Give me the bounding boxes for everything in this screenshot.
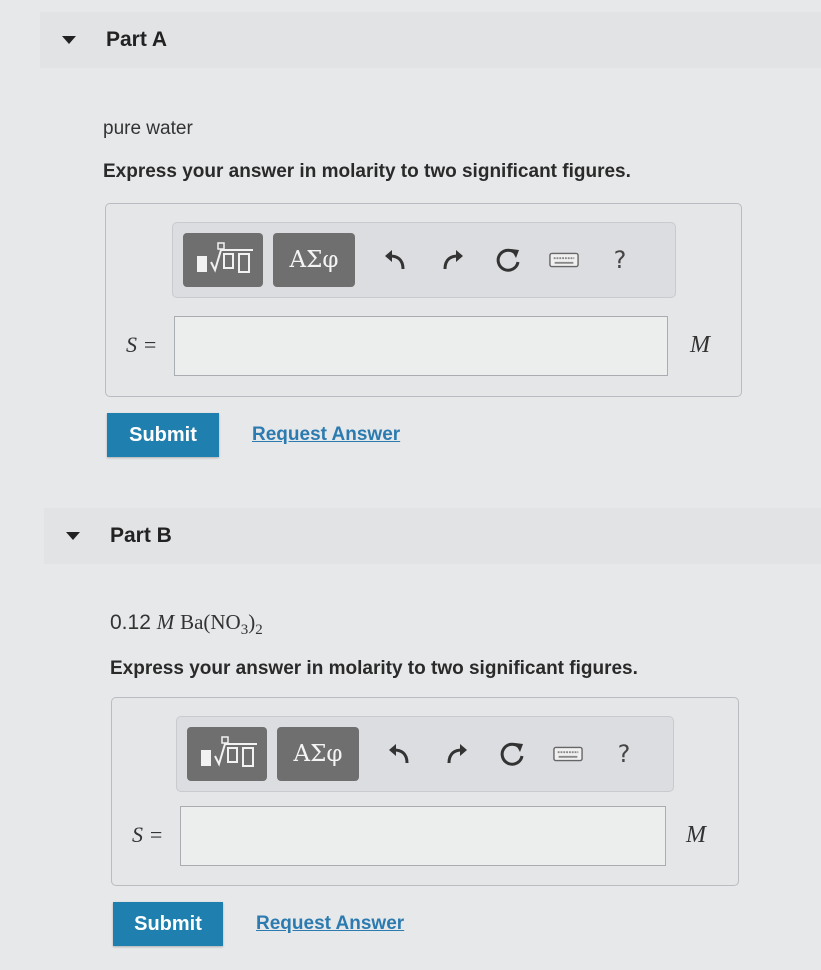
part-a-answer-box: ΑΣφ ? S = M bbox=[105, 203, 742, 397]
greek-symbols-button[interactable]: ΑΣφ bbox=[277, 727, 359, 781]
template-icon bbox=[197, 242, 253, 273]
part-b-instruction: Express your answer in molarity to two s… bbox=[110, 658, 638, 679]
keyboard-icon[interactable] bbox=[553, 739, 583, 769]
greek-symbols-button[interactable]: ΑΣφ bbox=[273, 233, 355, 287]
part-b-prompt: 0.12 M Ba(NO3)2 bbox=[110, 610, 263, 639]
unit-label: M bbox=[686, 822, 706, 848]
template-icon bbox=[201, 736, 257, 767]
part-b-submit-button[interactable]: Submit bbox=[113, 902, 223, 946]
redo-icon[interactable] bbox=[441, 739, 471, 769]
reset-icon[interactable] bbox=[497, 739, 527, 769]
part-b-title: Part B bbox=[110, 524, 172, 547]
templates-button[interactable] bbox=[187, 727, 267, 781]
concentration-unit: M bbox=[156, 610, 175, 634]
part-a-prompt: pure water bbox=[103, 118, 193, 139]
help-icon[interactable]: ? bbox=[605, 245, 635, 275]
collapse-caret-icon[interactable] bbox=[66, 532, 80, 540]
variable-label: S = bbox=[132, 822, 164, 847]
undo-icon[interactable] bbox=[385, 739, 415, 769]
formula-part-1: Ba(NO bbox=[180, 610, 241, 634]
answer-input[interactable] bbox=[180, 806, 666, 866]
math-toolbar: ΑΣφ ? bbox=[172, 222, 676, 298]
part-a-title: Part A bbox=[106, 28, 168, 51]
part-a-header[interactable]: Part A bbox=[40, 12, 821, 68]
formula-subscript-2: 2 bbox=[255, 622, 263, 639]
keyboard-icon[interactable] bbox=[549, 245, 579, 275]
part-a-submit-button[interactable]: Submit bbox=[107, 413, 219, 457]
part-b-answer-box: ΑΣφ ? S = M bbox=[111, 697, 739, 886]
part-b-request-answer-link[interactable]: Request Answer bbox=[256, 913, 404, 935]
part-a-instruction: Express your answer in molarity to two s… bbox=[103, 161, 631, 182]
part-b-header[interactable]: Part B bbox=[44, 508, 821, 564]
variable-label: S = bbox=[126, 332, 158, 357]
unit-label: M bbox=[690, 332, 710, 358]
part-a-request-answer-link[interactable]: Request Answer bbox=[252, 424, 400, 446]
answer-input[interactable] bbox=[174, 316, 668, 376]
reset-icon[interactable] bbox=[493, 245, 523, 275]
templates-button[interactable] bbox=[183, 233, 263, 287]
redo-icon[interactable] bbox=[437, 245, 467, 275]
math-toolbar: ΑΣφ ? bbox=[176, 716, 674, 792]
help-icon[interactable]: ? bbox=[609, 739, 639, 769]
concentration-value: 0.12 bbox=[110, 611, 151, 634]
collapse-caret-icon[interactable] bbox=[62, 36, 76, 44]
undo-icon[interactable] bbox=[381, 245, 411, 275]
